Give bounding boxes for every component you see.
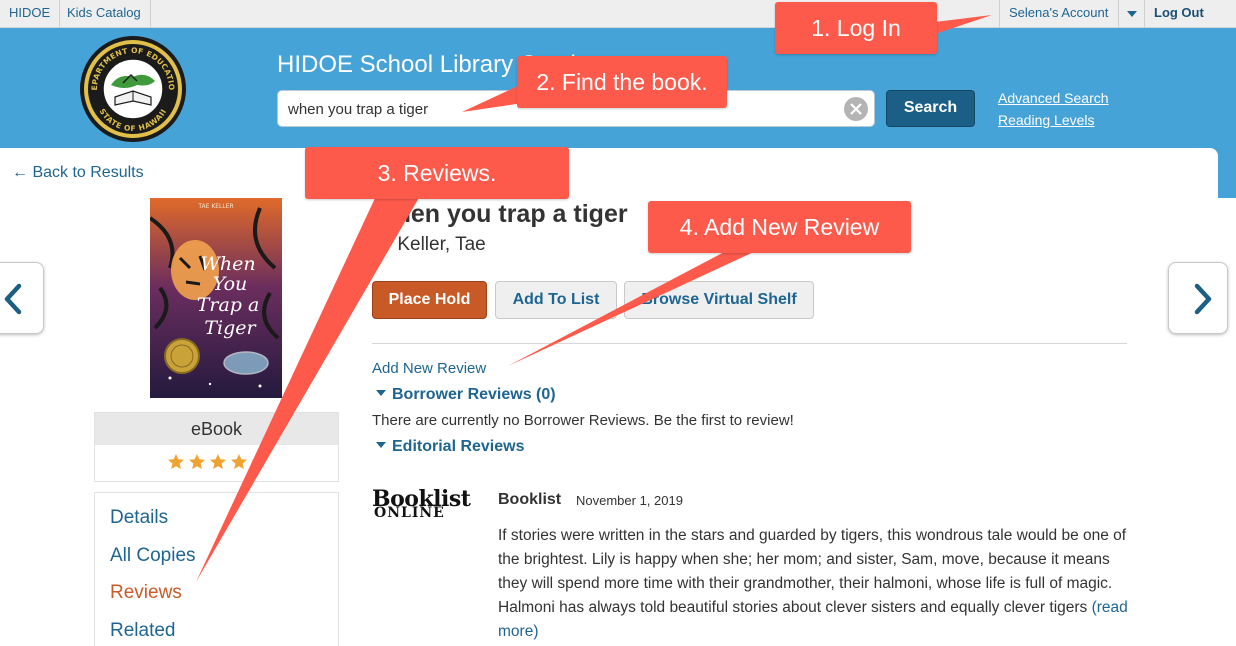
svg-text:Trap a: Trap a <box>197 294 260 316</box>
caret-down-icon <box>376 389 386 396</box>
editorial-review-text: If stories were written in the stars and… <box>498 524 1130 644</box>
callout-step3: 3. Reviews. <box>305 147 569 199</box>
chevron-left-icon <box>4 283 22 315</box>
browse-virtual-shelf-button[interactable]: Browse Virtual Shelf <box>624 281 814 319</box>
hidoe-link[interactable]: HIDOE <box>0 0 61 28</box>
review-source-name: Booklist <box>498 491 562 508</box>
editorial-reviews-heading: Editorial Reviews <box>392 438 525 455</box>
format-label[interactable]: eBook <box>95 413 338 445</box>
borrower-reviews-heading: Borrower Reviews (0) <box>392 386 556 403</box>
svg-text:You: You <box>213 273 248 295</box>
star-icon <box>189 454 205 469</box>
nav-reviews[interactable]: Reviews <box>110 582 182 604</box>
svg-text:Tiger: Tiger <box>204 317 257 339</box>
clear-search-icon[interactable] <box>844 97 868 121</box>
reading-levels-link[interactable]: Reading Levels <box>998 112 1095 128</box>
book-author: by Keller, Tae <box>372 234 486 255</box>
rating-stars[interactable] <box>167 453 269 470</box>
logout-link[interactable]: Log Out <box>1144 0 1213 28</box>
no-reviews-message: There are currently no Borrower Reviews.… <box>372 412 794 429</box>
star-icon <box>168 454 184 469</box>
star-icon <box>210 454 226 469</box>
back-to-results-link[interactable]: ← Back to Results <box>12 164 144 182</box>
next-record-button[interactable] <box>1168 262 1228 334</box>
place-hold-button[interactable]: Place Hold <box>372 281 487 319</box>
account-dropdown-icon[interactable] <box>1118 0 1144 28</box>
borrower-reviews-toggle[interactable]: Borrower Reviews (0) <box>376 386 556 404</box>
add-new-review-link[interactable]: Add New Review <box>372 360 486 377</box>
booklist-online-logo: Booklist ONLINE <box>372 486 471 521</box>
star-icon <box>231 454 247 469</box>
editorial-reviews-toggle[interactable]: Editorial Reviews <box>376 438 525 456</box>
svg-text:When: When <box>200 253 255 275</box>
top-utility-bar: HIDOE Kids Catalog Selena's Account Log … <box>0 0 1236 28</box>
chevron-right-icon <box>1194 283 1212 315</box>
caret-down-icon <box>376 441 386 448</box>
review-date: November 1, 2019 <box>576 493 683 508</box>
search-input-value: when you trap a tiger <box>288 101 429 118</box>
star-icon <box>252 454 268 469</box>
book-cover-image[interactable]: TAE KELLER When You Trap a Tiger <box>150 198 282 398</box>
nav-related[interactable]: Related <box>110 620 176 642</box>
section-divider <box>372 343 1127 344</box>
search-button[interactable]: Search <box>886 90 975 127</box>
previous-record-button[interactable] <box>0 262 44 334</box>
callout-step4: 4. Add New Review <box>648 201 911 253</box>
record-side-nav: Details All Copies Reviews Related <box>94 492 339 646</box>
account-link[interactable]: Selena's Account <box>999 0 1117 28</box>
format-box: eBook <box>94 412 339 482</box>
nav-details[interactable]: Details <box>110 507 168 529</box>
kids-catalog-link[interactable]: Kids Catalog <box>58 0 151 28</box>
nav-all-copies[interactable]: All Copies <box>110 545 196 567</box>
department-of-education-seal-logo: DEPARTMENT OF EDUCATION STATE OF HAWAII <box>79 35 186 142</box>
callout-step1: 1. Log In <box>775 2 937 54</box>
review-body: If stories were written in the stars and… <box>498 527 1127 616</box>
book-title: When you trap a tiger <box>372 200 628 228</box>
advanced-search-link[interactable]: Advanced Search <box>998 90 1109 106</box>
callout-step2: 2. Find the book. <box>517 56 727 108</box>
svg-text:TAE KELLER: TAE KELLER <box>197 203 233 210</box>
add-to-list-button[interactable]: Add To List <box>495 281 617 319</box>
